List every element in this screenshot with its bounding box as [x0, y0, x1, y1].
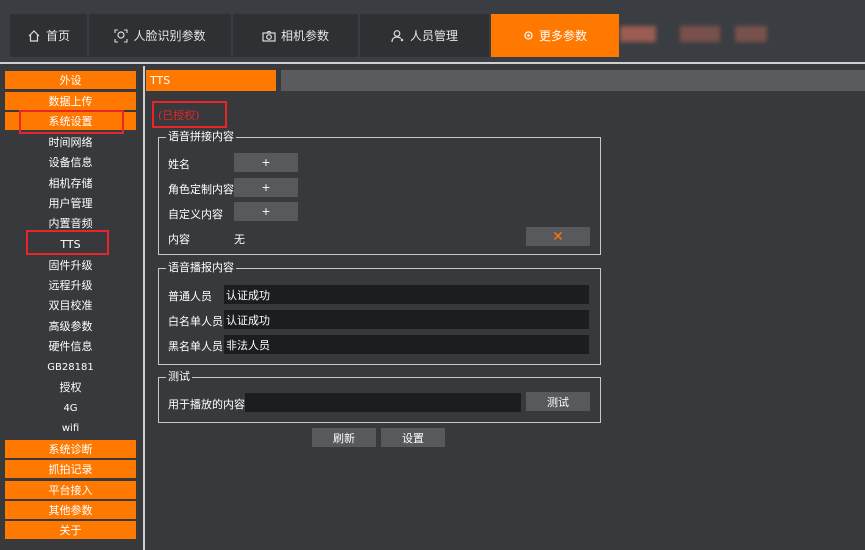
tab-face-label: 人脸识别参数 — [133, 29, 206, 43]
sidebar-system-diagnosis[interactable]: 系统诊断 — [5, 440, 136, 458]
sidebar-capture-records[interactable]: 抓拍记录 — [5, 460, 136, 478]
sidebar-data-upload[interactable]: 数据上传 — [5, 92, 136, 110]
custom-label: 自定义内容 — [168, 208, 223, 221]
tab-personnel[interactable]: 人员管理 — [360, 14, 489, 57]
sidebar-item-remote-upgrade[interactable]: 远程升级 — [5, 276, 136, 294]
blurred-region — [735, 26, 767, 42]
sidebar-item-user-management[interactable]: 用户管理 — [5, 194, 136, 212]
blurred-region — [620, 26, 656, 42]
name-label: 姓名 — [168, 158, 190, 171]
content-value: 无 — [234, 233, 245, 246]
sidebar-divider — [143, 66, 145, 550]
tab-more-params[interactable]: 更多参数 — [491, 14, 619, 57]
sidebar-item-advanced-params[interactable]: 高级参数 — [5, 317, 136, 335]
close-icon: ✕ — [552, 228, 564, 245]
sidebar-item-hardware-info[interactable]: 硬件信息 — [5, 337, 136, 355]
tab-more-label: 更多参数 — [538, 29, 587, 43]
highlight-auth — [152, 101, 227, 128]
sidebar-item-gb28181[interactable]: GB28181 — [5, 358, 136, 376]
sidebar-item-4g[interactable]: 4G — [5, 399, 136, 417]
sidebar-item-camera-storage[interactable]: 相机存储 — [5, 174, 136, 192]
sidebar-item-firmware-upgrade[interactable]: 固件升级 — [5, 256, 136, 274]
sidebar-item-wifi[interactable]: wifi — [5, 419, 136, 437]
test-legend: 测试 — [166, 370, 192, 384]
whitelist-input[interactable]: 认证成功 — [224, 310, 589, 329]
add-role-button[interactable]: + — [234, 178, 298, 197]
normal-person-label: 普通人员 — [168, 290, 212, 303]
blurred-region — [680, 26, 720, 42]
broadcast-content-group: 语音播报内容 普通人员 认证成功 白名单人员 认证成功 黑名单人员 非法人员 — [158, 261, 601, 365]
tab-face-recognition[interactable]: 人脸识别参数 — [89, 14, 231, 57]
set-button[interactable]: 设置 — [381, 428, 445, 447]
sidebar-peripheral[interactable]: 外设 — [5, 71, 136, 89]
tab-camera-label: 相机参数 — [280, 29, 329, 43]
face-icon — [114, 28, 129, 43]
broadcast-legend: 语音播报内容 — [166, 261, 236, 275]
splice-legend: 语音拼接内容 — [166, 130, 236, 144]
sidebar-about[interactable]: 关于 — [5, 521, 136, 539]
refresh-button[interactable]: 刷新 — [312, 428, 376, 447]
content-label: 内容 — [168, 233, 190, 246]
play-content-input[interactable] — [245, 393, 521, 412]
blacklist-label: 黑名单人员 — [168, 340, 223, 353]
tab-bar — [281, 70, 865, 91]
sidebar-other-params[interactable]: 其他参数 — [5, 501, 136, 519]
add-name-button[interactable]: + — [234, 153, 298, 172]
sidebar-item-authorization[interactable]: 授权 — [5, 378, 136, 396]
normal-person-input[interactable]: 认证成功 — [224, 285, 589, 304]
tab-tts[interactable]: TTS — [146, 70, 276, 91]
sidebar-item-binocular-calibration[interactable]: 双目校准 — [5, 296, 136, 314]
user-icon — [391, 29, 404, 42]
blacklist-input[interactable]: 非法人员 — [224, 335, 589, 354]
role-label: 角色定制内容 — [168, 183, 234, 196]
splice-content-group: 语音拼接内容 姓名 + 角色定制内容 + 自定义内容 + 内容 无 ✕ — [158, 130, 601, 255]
highlight-system-settings — [19, 110, 124, 134]
test-button[interactable]: 测试 — [526, 392, 590, 411]
top-nav: 首页 人脸识别参数 相机参数 人员管理 更多参数 — [0, 0, 865, 62]
tab-home-label: 首页 — [45, 29, 70, 43]
camera-icon — [262, 30, 276, 42]
highlight-tts — [26, 230, 109, 255]
add-custom-button[interactable]: + — [234, 202, 298, 221]
settings-icon — [524, 31, 533, 40]
home-icon — [28, 29, 40, 42]
sidebar-platform-access[interactable]: 平台接入 — [5, 481, 136, 499]
sidebar-item-device-info[interactable]: 设备信息 — [5, 153, 136, 171]
tab-camera[interactable]: 相机参数 — [233, 14, 358, 57]
play-content-label: 用于播放的内容 — [168, 398, 245, 411]
test-group: 测试 用于播放的内容 测试 — [158, 370, 601, 423]
sidebar-item-time-network[interactable]: 时间网络 — [5, 133, 136, 151]
tab-personnel-label: 人员管理 — [409, 29, 458, 43]
nav-divider — [0, 62, 865, 64]
tab-home[interactable]: 首页 — [10, 14, 87, 57]
whitelist-label: 白名单人员 — [168, 315, 223, 328]
clear-content-button[interactable]: ✕ — [526, 227, 590, 246]
